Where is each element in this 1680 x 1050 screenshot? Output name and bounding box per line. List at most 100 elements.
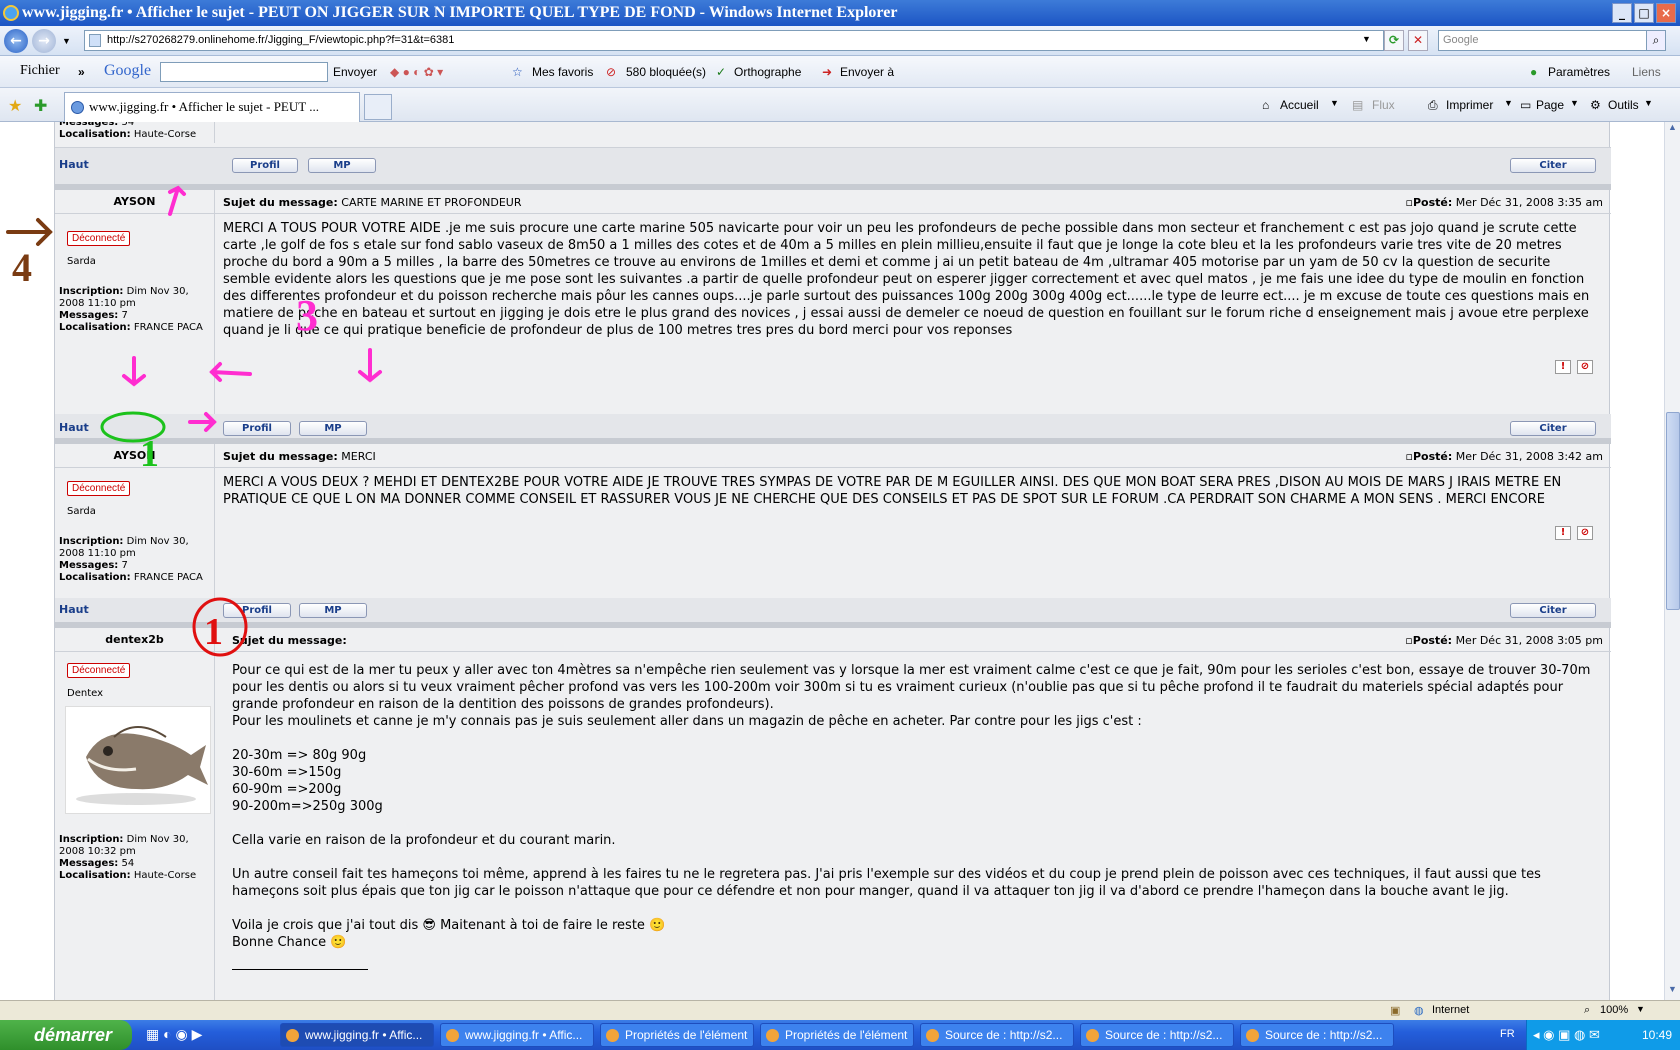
haut-link[interactable]: Haut [59, 158, 89, 171]
zoom-dropdown-icon[interactable]: ▼ [1636, 1004, 1645, 1014]
scroll-up-icon[interactable]: ▲ [1665, 122, 1680, 138]
rss-icon: ▤ [1352, 98, 1364, 112]
refresh-button[interactable]: ⟳ [1384, 30, 1404, 51]
scroll-down-icon[interactable]: ▼ [1665, 984, 1680, 1000]
post-body: MERCI A TOUS POUR VOTRE AIDE .je me suis… [223, 221, 1590, 338]
settings-circle-icon: ● [1530, 65, 1538, 79]
post-author[interactable]: AYSON [55, 190, 215, 214]
vertical-scrollbar[interactable]: ▲ ▼ [1664, 122, 1680, 1000]
page-dropdown-icon[interactable]: ▼ [1570, 98, 1579, 108]
localisation-label: Localisation: [59, 572, 131, 583]
outils-dropdown-icon[interactable]: ▼ [1644, 98, 1653, 108]
language-indicator[interactable]: FR [1500, 1028, 1515, 1040]
user-rank: Sarda [67, 256, 96, 267]
file-menu[interactable]: Fichier [20, 63, 60, 79]
localisation-value: FRANCE PACA [133, 322, 203, 333]
search-icon[interactable]: ⌕ [1646, 30, 1666, 51]
brown-arrow [6, 218, 53, 246]
post-footer: Haut Profil MP Citer [55, 598, 1611, 622]
status-badge: Déconnecté [67, 662, 214, 678]
minimize-button[interactable]: _ [1612, 3, 1632, 23]
google-search-input[interactable] [160, 62, 328, 82]
citer-button[interactable]: Citer [1510, 603, 1596, 618]
tab-active[interactable]: www.jigging.fr • Afficher le sujet - PEU… [64, 92, 360, 122]
search-input[interactable]: Google [1438, 30, 1648, 51]
popup-blocker-button[interactable]: 580 bloquée(s) [626, 65, 706, 79]
ie-task-icon [606, 1029, 619, 1042]
partial-post-profile: Messages: 54 Localisation: Haute-Corse [55, 122, 1611, 148]
post-subject: Sujet du message: CARTE MARINE ET PROFON… [223, 196, 522, 209]
stop-button[interactable]: ✕ [1408, 30, 1428, 51]
task-item[interactable]: www.jigging.fr • Affic... [440, 1023, 594, 1047]
task-item[interactable]: www.jigging.fr • Affic... [280, 1023, 434, 1047]
inscription-label: Inscription: [59, 286, 124, 297]
url-dropdown-icon[interactable]: ▼ [1362, 34, 1371, 44]
history-dropdown-icon[interactable]: ▼ [62, 36, 71, 46]
citer-button[interactable]: Citer [1510, 158, 1596, 173]
post-body: MERCI A VOUS DEUX ? MEHDI ET DENTEX2BE P… [223, 475, 1562, 507]
task-item[interactable]: Source de : http://s2... [1240, 1023, 1394, 1047]
maximize-button[interactable]: □ [1634, 3, 1654, 23]
task-item[interactable]: Propriétés de l'élément [760, 1023, 914, 1047]
outils-button[interactable]: Outils [1608, 98, 1639, 112]
parametres-button[interactable]: Paramètres [1548, 65, 1610, 79]
favorites-star-icon[interactable]: ★ [8, 96, 22, 116]
zoom-level[interactable]: 100% [1600, 1004, 1628, 1016]
scroll-thumb[interactable] [1666, 412, 1680, 610]
tray-icons[interactable]: ◂ ◉ ▣ ◍ ✉ [1533, 1020, 1600, 1050]
warn-icon[interactable]: ⊘ [1577, 360, 1593, 374]
partial-post-details: Messages: 54 Localisation: Haute-Corse [55, 122, 215, 143]
posted-label: Posté: [1412, 634, 1453, 647]
report-icon[interactable]: ! [1555, 360, 1571, 374]
profil-button[interactable]: Profil [223, 421, 291, 436]
close-button[interactable]: × [1656, 3, 1676, 23]
orthographe-button[interactable]: Orthographe [734, 65, 801, 79]
tab-label: www.jigging.fr • Afficher le sujet - PEU… [89, 99, 319, 114]
haut-link[interactable]: Haut [59, 421, 89, 434]
warn-icon[interactable]: ⊘ [1577, 526, 1593, 540]
messages-value: 7 [121, 310, 128, 321]
flux-button: Flux [1372, 98, 1395, 112]
accueil-dropdown-icon[interactable]: ▼ [1330, 98, 1339, 108]
task-item[interactable]: Source de : http://s2... [1080, 1023, 1234, 1047]
add-favorite-icon[interactable]: ✚ [34, 96, 47, 116]
start-button[interactable]: démarrer [0, 1020, 132, 1050]
mp-button[interactable]: MP [299, 421, 367, 436]
new-tab-button[interactable] [364, 94, 392, 120]
haut-link[interactable]: Haut [59, 603, 89, 616]
mp-button[interactable]: MP [299, 603, 367, 618]
report-icon[interactable]: ! [1555, 526, 1571, 540]
post-author[interactable]: dentex2b [55, 628, 215, 652]
quicklaunch-icons[interactable]: ▦ ◐ ◉ ▶ [146, 1026, 202, 1043]
imprimer-button[interactable]: Imprimer [1446, 98, 1493, 112]
profil-button[interactable]: Profil [232, 158, 298, 173]
forward-button[interactable]: → [32, 29, 56, 53]
favoris-button[interactable]: Mes favoris [532, 65, 593, 79]
envoyer-button[interactable]: Envoyer [333, 65, 377, 79]
page-menu-button[interactable]: Page [1536, 98, 1564, 112]
task-item[interactable]: Propriétés de l'élément [600, 1023, 754, 1047]
mp-button[interactable]: MP [308, 158, 376, 173]
accueil-button[interactable]: Accueil [1280, 98, 1319, 112]
print-dropdown-icon[interactable]: ▼ [1504, 98, 1513, 108]
liens-label[interactable]: Liens [1632, 65, 1661, 79]
messages-row: Messages: 7 [59, 560, 214, 572]
chevron-right-icon[interactable]: » [78, 65, 85, 79]
protected-mode-icon: ▣ [1390, 1005, 1401, 1017]
clock[interactable]: 10:49 [1642, 1028, 1672, 1042]
toolbar-icons[interactable]: ◆ ● ◐ ✿ ▾ [390, 65, 443, 79]
citer-button[interactable]: Citer [1510, 421, 1596, 436]
post-author[interactable]: AYSON [55, 444, 215, 468]
print-icon[interactable]: ⎙ [1428, 98, 1438, 113]
profil-label: Profil [242, 423, 272, 434]
home-icon[interactable]: ⌂ [1262, 98, 1269, 112]
back-button[interactable]: ← [4, 29, 28, 53]
task-label: Source de : http://s2... [1105, 1028, 1223, 1042]
taskbar: démarrer ▦ ◐ ◉ ▶ www.jigging.fr • Affic.… [0, 1020, 1680, 1050]
profil-button[interactable]: Profil [223, 603, 291, 618]
url-field[interactable]: http://s270268279.onlinehome.fr/Jigging_… [84, 30, 1384, 51]
task-item[interactable]: Source de : http://s2... [920, 1023, 1074, 1047]
envoyer-a-button[interactable]: Envoyer à [840, 65, 894, 79]
posted-value: Mer Déc 31, 2008 3:05 pm [1455, 634, 1603, 647]
localisation-value: FRANCE PACA [133, 572, 203, 583]
